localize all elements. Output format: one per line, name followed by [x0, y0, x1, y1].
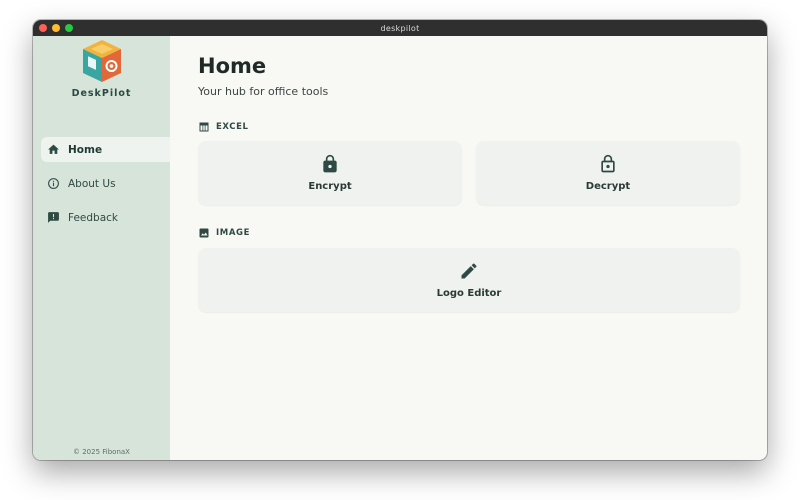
title-bar[interactable]: deskpilot: [33, 20, 767, 36]
card-label: Logo Editor: [436, 288, 502, 299]
sidebar-item-home[interactable]: Home: [41, 137, 170, 162]
page-subtitle: Your hub for office tools: [198, 85, 329, 98]
unlock-icon: [601, 154, 615, 173]
encrypt-card[interactable]: Encrypt: [198, 141, 462, 205]
copyright-text: © 2025 FibonaX: [73, 448, 130, 456]
window-title: deskpilot: [380, 23, 420, 33]
sidebar: DeskPilot Home About Us Feedback © 2025 …: [33, 36, 170, 460]
section-header-excel: EXCEL: [198, 121, 249, 133]
app-logo-icon: [83, 40, 121, 82]
info-icon: [48, 178, 59, 189]
section-header-image: IMAGE: [198, 227, 250, 239]
brand-name: DeskPilot: [71, 88, 132, 99]
sidebar-item-label: Home: [68, 143, 103, 156]
feedback-icon: [48, 212, 59, 223]
card-label: Encrypt: [308, 181, 352, 192]
main-content: Home Your hub for office tools EXCEL Enc…: [170, 36, 767, 460]
sidebar-item-about-us[interactable]: About Us: [41, 171, 170, 196]
minimize-window-button[interactable]: [52, 24, 60, 32]
image-icon: [199, 228, 209, 238]
pencil-icon: [461, 263, 477, 279]
close-window-button[interactable]: [39, 24, 47, 32]
table-icon: [199, 122, 209, 132]
page-title: Home: [198, 54, 267, 78]
sidebar-item-label: Feedback: [68, 211, 119, 224]
section-title: IMAGE: [216, 228, 250, 238]
sidebar-item-feedback[interactable]: Feedback: [41, 205, 170, 230]
logo-editor-card[interactable]: Logo Editor: [198, 248, 740, 312]
home-icon: [48, 144, 59, 154]
maximize-window-button[interactable]: [65, 24, 73, 32]
decrypt-card[interactable]: Decrypt: [476, 141, 740, 205]
card-label: Decrypt: [585, 181, 631, 192]
section-title: EXCEL: [216, 122, 249, 132]
sidebar-item-label: About Us: [68, 177, 116, 190]
sidebar-nav: Home About Us Feedback: [41, 137, 170, 239]
lock-icon: [323, 154, 337, 173]
app-window: deskpilot DeskPilot Home About Us Feedba…: [33, 20, 767, 460]
window-controls: [39, 24, 73, 32]
